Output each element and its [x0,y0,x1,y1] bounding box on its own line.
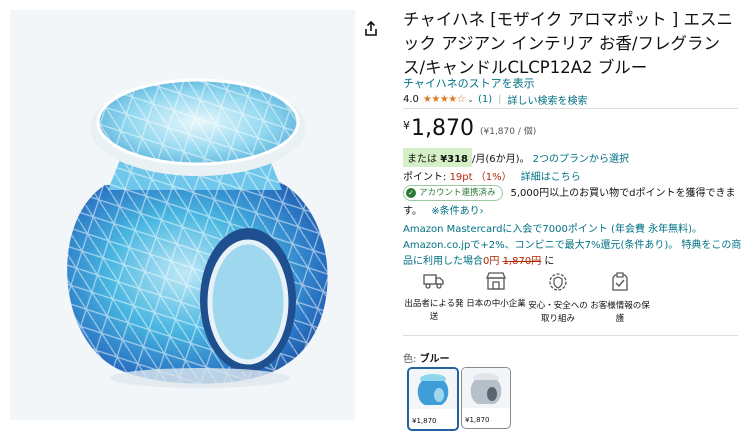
feature-label: 出品者による発送 [404,299,464,322]
section-divider [403,335,738,336]
installment-row: または ¥318 /月(6か月)。 2つのプランから選択 [403,148,629,167]
swatch-price: ¥1,870 [412,417,437,425]
feature-label: 日本の中小企業 [466,299,526,309]
mastercard-promo[interactable]: Amazon Mastercardに入会で7000ポイント (年会費 永年無料)… [403,222,743,270]
installment-badge: または ¥318 [403,148,473,167]
mosaic-aroma-pot-image [10,10,355,420]
rating-value: 4.0 [403,94,419,105]
color-selector-label: 色: ブルー [403,350,450,365]
mastercard-old-price: 1,870円 [502,256,542,267]
rating-row: 4.0 ★★★★☆ ⌄ (1) | 詳しい検索を検索 [403,92,587,107]
share-icon[interactable] [362,20,380,38]
price-row: ¥ 1,870 (¥1,870 / 個) [403,116,536,142]
mastercard-new-price: 0円 [483,256,500,267]
installment-amount: ¥318 [440,154,469,165]
currency-symbol: ¥ [403,119,410,132]
search-link[interactable]: 詳しい検索を検索 [507,92,587,107]
shield-icon [549,273,567,291]
installment-prefix: または [407,154,437,165]
unit-price: (¥1,870 / 個) [479,127,537,137]
swatch-price: ¥1,870 [465,416,490,424]
points-label: ポイント: [403,172,450,183]
chevron-down-icon[interactable]: ⌄ [467,95,474,104]
clipboard-check-icon [612,272,628,291]
feature-safety[interactable]: 安心・安全への取り組み [528,272,588,326]
swatch-thumbnail [462,368,510,408]
account-linked-badge: ✓ アカウント連携済み [403,185,503,201]
color-label: 色: [403,354,420,365]
price: 1,870 [411,116,474,141]
divider: | [498,94,502,105]
points-row: ポイント: 19pt （1%） 詳細はこちら [403,168,581,183]
mastercard-suffix: に [544,256,555,267]
points-details-link[interactable]: 詳細はこちら [521,172,581,183]
plans-link[interactable]: 2つのプランから選択 [533,150,629,165]
installment-suffix: /月(6か月)。 [472,154,530,165]
points-value: 19pt （1%） [449,172,512,183]
shop-icon [486,272,506,290]
review-count-link[interactable]: (1) [478,94,492,105]
dpoint-row: ✓ アカウント連携済み 5,000円以上のお買い物でdポイントを獲得できます。 ※条… [403,185,743,221]
truck-icon [423,274,444,289]
check-icon: ✓ [406,188,416,198]
swatch-thumbnail [409,369,457,409]
conditions-link[interactable]: ※条件あり› [431,206,483,217]
star-rating-icon[interactable]: ★★★★☆ [423,94,466,105]
section-divider [403,108,738,109]
mastercard-line1[interactable]: Amazon Mastercardに入会で7000ポイント (年会費 永年無料)… [403,222,743,238]
feature-label: お客様情報の保護 [590,301,650,324]
feature-privacy[interactable]: お客様情報の保護 [590,272,650,326]
mastercard-line2[interactable]: Amazon.co.jpで+2%、コンビニで最大7%還元(条件あり)。 特典をこ… [403,240,741,267]
selected-color: ブルー [419,354,450,365]
feature-seller-shipping[interactable]: 出品者による発送 [404,272,464,324]
store-link[interactable]: チャイハネのストアを表示 [403,75,535,91]
color-swatch-blue[interactable]: ¥1,870 [407,367,459,431]
account-linked-label: アカウント連携済み [419,188,496,198]
feature-label: 安心・安全への取り組み [528,301,588,324]
feature-small-business[interactable]: 日本の中小企業 [466,272,526,311]
product-image[interactable] [10,10,355,420]
color-swatch-alt[interactable]: ¥1,870 [461,367,511,429]
product-title: チャイハネ [モザイク アロマポット ] エスニック アジアン インテリア お香… [403,10,734,77]
